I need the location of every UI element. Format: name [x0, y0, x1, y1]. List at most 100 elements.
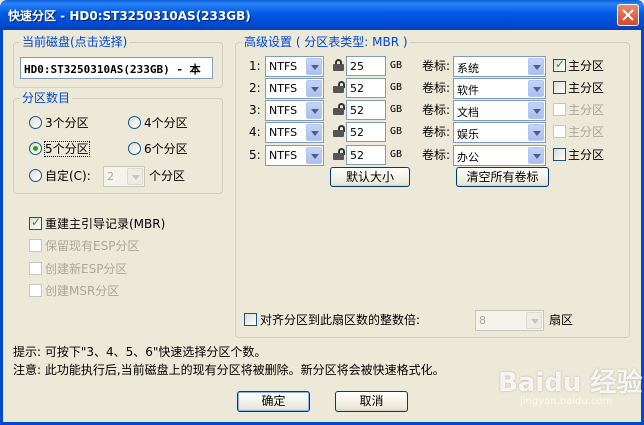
volume-label-select[interactable]: 文档	[453, 100, 546, 121]
chevron-down-icon	[306, 80, 322, 97]
chevron-down-icon	[306, 58, 322, 75]
custom-count-suffix: 个分区	[149, 169, 186, 183]
ok-button[interactable]: 确定	[237, 391, 310, 412]
size-unit: GB	[390, 149, 403, 160]
volume-label-select[interactable]: 办公	[453, 145, 546, 166]
clear-labels-button[interactable]: 清空所有卷标	[456, 167, 549, 187]
current-disk-group-title: 当前磁盘(点击选择)	[20, 35, 130, 49]
volume-label-select[interactable]: 软件	[453, 78, 546, 99]
radio-5-partitions[interactable]	[29, 142, 42, 155]
current-disk-selector[interactable]: HD0:ST3250310AS(233GB) - 本	[20, 57, 213, 79]
radio-4-partitions-label: 4个分区	[144, 116, 188, 130]
radio-6-partitions-label: 6个分区	[144, 142, 188, 156]
custom-count-select[interactable]: 2	[103, 166, 145, 187]
partition-index: 1:	[249, 59, 261, 73]
size-unit: GB	[390, 82, 403, 93]
hint-text: 提示: 可按下"3、4、5、6"快速选择分区个数。	[13, 345, 267, 359]
primary-partition-checkbox[interactable]	[553, 57, 566, 72]
filesystem-value: NTFS	[269, 149, 298, 162]
keep-esp-label: 保留现有ESP分区	[45, 239, 140, 253]
chevron-down-icon	[528, 147, 544, 164]
radio-3-partitions[interactable]	[29, 116, 42, 129]
rebuild-mbr-label: 重建主引导记录(MBR)	[45, 217, 166, 231]
partition-index: 2:	[249, 81, 261, 95]
volume-label-caption: 卷标:	[422, 148, 451, 162]
volume-label-caption: 卷标:	[422, 81, 451, 95]
radio-6-partitions[interactable]	[128, 142, 141, 155]
partition-size-input[interactable]: 52	[346, 122, 386, 142]
unlock-icon[interactable]	[333, 103, 345, 115]
unlock-icon[interactable]	[333, 148, 345, 160]
create-msr-label: 创建MSR分区	[45, 284, 120, 298]
size-unit: GB	[390, 126, 403, 137]
filesystem-select[interactable]: NTFS	[265, 100, 324, 121]
lock-icon[interactable]	[333, 59, 345, 71]
volume-label-caption: 卷标:	[422, 59, 451, 73]
chevron-down-icon	[127, 168, 143, 185]
volume-label-select[interactable]: 系统	[453, 56, 546, 77]
primary-partition-checkbox[interactable]	[553, 125, 566, 138]
filesystem-select[interactable]: NTFS	[265, 145, 324, 166]
chevron-down-icon	[306, 102, 322, 119]
window-title: 快速分区 - HD0:ST3250310AS(233GB)	[8, 9, 251, 23]
align-sector-value: 8	[479, 314, 486, 327]
partition-index: 4:	[249, 125, 261, 139]
radio-custom-label: 自定(C):	[45, 169, 91, 183]
primary-partition-label: 主分区	[568, 148, 605, 162]
chevron-down-icon	[528, 102, 544, 119]
volume-label-caption: 卷标:	[422, 103, 451, 117]
primary-partition-checkbox[interactable]	[553, 81, 566, 94]
unlock-icon[interactable]	[333, 125, 345, 137]
partition-size-input[interactable]: 52	[346, 100, 386, 120]
size-unit: GB	[390, 104, 403, 115]
align-partition-label: 对齐分区到此扇区数的整数倍:	[260, 313, 421, 327]
unlock-icon[interactable]	[333, 81, 345, 93]
warning-text: 注意: 此功能执行后,当前磁盘上的现有分区将被删除。新分区将会被快速格式化。	[13, 363, 445, 377]
filesystem-select[interactable]: NTFS	[265, 78, 324, 99]
filesystem-select[interactable]: NTFS	[265, 122, 324, 143]
create-esp-checkbox[interactable]	[29, 262, 42, 275]
create-esp-label: 创建新ESP分区	[45, 262, 128, 276]
primary-partition-label: 主分区	[568, 81, 605, 95]
volume-label-value: 办公	[457, 151, 479, 164]
baidu-watermark: Baidu 经验	[498, 368, 643, 398]
filesystem-value: NTFS	[269, 126, 298, 139]
keep-esp-checkbox[interactable]	[29, 239, 42, 252]
primary-partition-label: 主分区	[568, 125, 605, 139]
partition-size-input[interactable]: 25	[346, 56, 386, 76]
partition-size-input[interactable]: 52	[346, 78, 386, 98]
baidu-watermark-url: jingyan.baidu.com	[520, 396, 613, 407]
partition-index: 3:	[249, 103, 261, 117]
primary-partition-label: 主分区	[568, 59, 605, 73]
primary-partition-label: 主分区	[568, 103, 605, 117]
volume-label-value: 软件	[457, 84, 479, 97]
primary-partition-checkbox[interactable]	[553, 103, 566, 116]
chevron-down-icon	[528, 124, 544, 141]
create-msr-checkbox[interactable]	[29, 284, 42, 297]
radio-custom[interactable]	[29, 169, 42, 182]
partition-index: 5:	[249, 148, 261, 162]
rebuild-mbr-checkbox[interactable]	[29, 215, 42, 230]
align-sector-select[interactable]: 8	[475, 310, 544, 331]
size-unit: GB	[390, 60, 403, 71]
close-icon[interactable]	[617, 4, 639, 26]
filesystem-select[interactable]: NTFS	[265, 56, 324, 77]
default-size-button[interactable]: 默认大小	[330, 167, 410, 187]
primary-partition-checkbox[interactable]	[553, 148, 566, 161]
filesystem-value: NTFS	[269, 104, 298, 117]
chevron-down-icon	[528, 80, 544, 97]
volume-label-caption: 卷标:	[422, 125, 451, 139]
volume-label-select[interactable]: 娱乐	[453, 122, 546, 143]
chevron-down-icon	[306, 124, 322, 141]
chevron-down-icon	[306, 147, 322, 164]
volume-label-value: 娱乐	[457, 128, 479, 141]
cancel-button[interactable]: 取消	[335, 391, 408, 412]
align-partition-checkbox[interactable]	[244, 313, 257, 326]
radio-4-partitions[interactable]	[128, 116, 141, 129]
partition-size-input[interactable]: 52	[346, 145, 386, 165]
chevron-down-icon	[528, 58, 544, 75]
filesystem-value: NTFS	[269, 82, 298, 95]
chevron-down-icon	[526, 312, 542, 329]
partition-count-group-title: 分区数目	[20, 91, 73, 105]
volume-label-value: 系统	[457, 62, 479, 75]
